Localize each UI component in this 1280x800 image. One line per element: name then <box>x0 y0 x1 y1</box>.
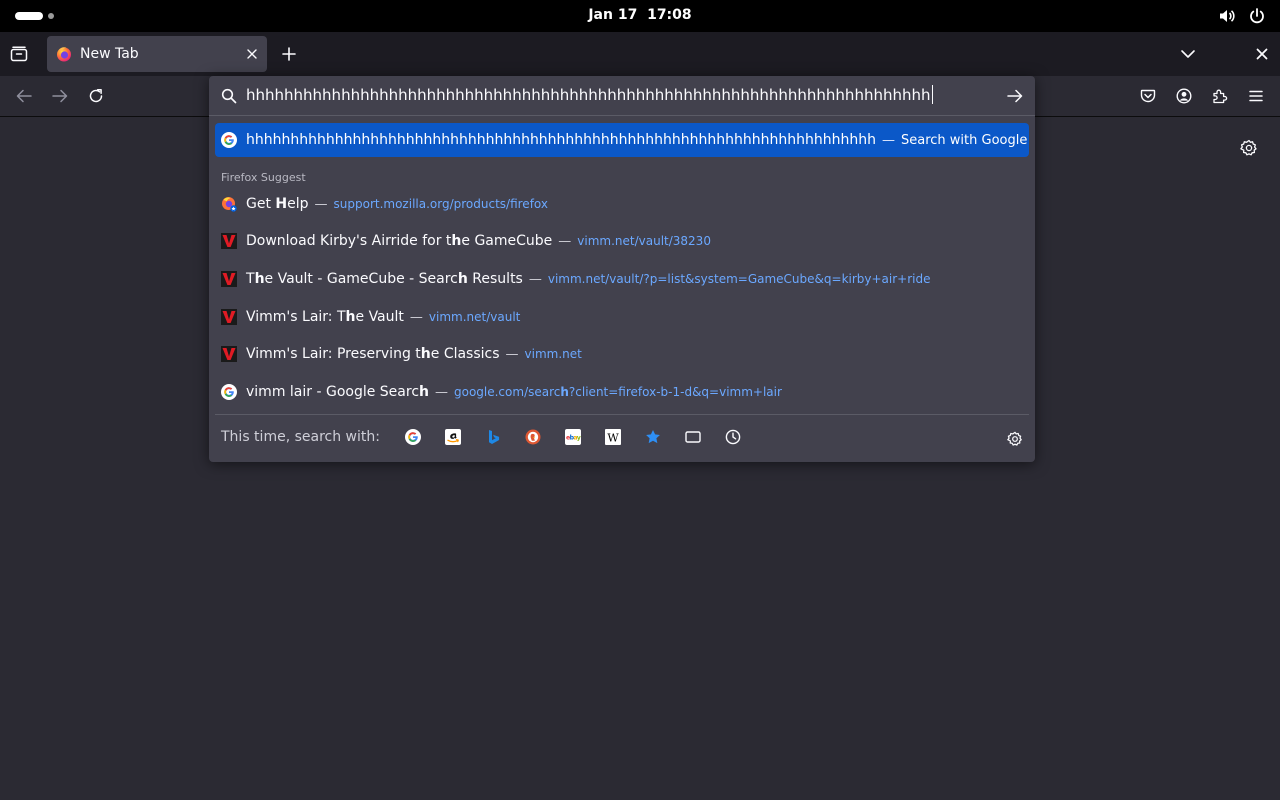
suggestion-title: Vimm's Lair: The Vault <box>246 309 404 325</box>
account-icon[interactable] <box>1176 88 1192 104</box>
firefox-view-icon[interactable] <box>10 46 28 62</box>
vimm-icon <box>221 346 237 362</box>
suggestion-url: support.mozilla.org/products/firefox <box>333 197 548 211</box>
vimm-icon <box>221 271 237 287</box>
firefox-help-icon <box>222 197 237 212</box>
suggestion-title: The Vault - GameCube - Search Results <box>246 271 523 287</box>
tab-strip: New Tab <box>0 32 1280 76</box>
wikipedia-icon[interactable]: W <box>605 429 621 445</box>
suggestion-url: vimm.net/vault <box>428 310 521 324</box>
activities-button[interactable] <box>15 12 54 20</box>
suggestion-title: vimm lair - Google Search <box>246 384 429 400</box>
new-tab-plus-icon[interactable] <box>282 47 296 61</box>
app-menu-hamburger-icon[interactable] <box>1248 88 1264 104</box>
back-arrow-icon[interactable] <box>15 88 33 104</box>
workspace-indicator-dot <box>48 13 54 19</box>
ebay-icon[interactable]: e b a y <box>565 429 581 445</box>
clock: Jan 17 17:08 <box>0 7 1280 23</box>
bing-icon[interactable] <box>485 429 501 445</box>
suggestion-row-kirby-airride[interactable]: Download Kirby's Airride for the GameCub… <box>215 224 1029 258</box>
vimm-icon <box>221 309 237 325</box>
search-settings-gear-icon[interactable] <box>1007 431 1023 447</box>
new-tab-settings-gear-icon[interactable] <box>1240 139 1258 157</box>
suggestion-url: vimm.net/vault/?p=list&system=GameCube&q… <box>547 272 931 286</box>
google-icon <box>221 132 237 148</box>
system-top-bar: Jan 17 17:08 <box>0 0 1280 32</box>
result-separator: — <box>434 384 448 400</box>
close-tab-icon[interactable] <box>246 48 258 60</box>
suggestion-url: vimm.net/vault/38230 <box>577 234 711 248</box>
one-off-search-buttons: This time, search with: e b a y W <box>215 414 1029 458</box>
vimm-icon <box>221 233 237 249</box>
result-separator: — <box>528 271 542 287</box>
tabs-icon[interactable] <box>685 429 701 445</box>
forward-arrow-icon[interactable] <box>51 88 69 104</box>
window-close-icon[interactable] <box>1255 47 1269 61</box>
system-status-area[interactable] <box>1218 7 1266 25</box>
firefox-logo-icon <box>57 47 71 62</box>
suggestion-row-vault-gamecube-search[interactable]: The Vault - GameCube - Search Results — … <box>215 262 1029 296</box>
history-icon[interactable] <box>725 429 741 445</box>
urlbar-input-row: hhhhhhhhhhhhhhhhhhhhhhhhhhhhhhhhhhhhhhhh… <box>209 76 1035 116</box>
suggestion-row-vimms-lair-classics[interactable]: Vimm's Lair: Preserving the Classics — v… <box>215 337 1029 371</box>
heuristic-result-search-with-google[interactable]: hhhhhhhhhhhhhhhhhhhhhhhhhhhhhhhhhhhhhhhh… <box>215 123 1029 157</box>
svg-text:W: W <box>607 432 619 445</box>
google-icon[interactable] <box>405 429 421 445</box>
firefox-suggest-group-label: Firefox Suggest <box>221 171 306 184</box>
power-icon[interactable] <box>1248 7 1266 25</box>
clock-button[interactable]: Jan 17 17:08 <box>588 7 691 23</box>
pocket-icon[interactable] <box>1140 88 1156 104</box>
heuristic-action-label: Search with Google <box>901 132 1028 148</box>
clock-date: Jan 17 <box>588 7 638 23</box>
reload-icon[interactable] <box>88 88 104 104</box>
text-caret <box>931 85 933 104</box>
suggestion-row-get-help[interactable]: Get Help — support.mozilla.org/products/… <box>215 187 1029 221</box>
suggestion-url: vimm.net <box>524 347 582 361</box>
suggestion-url: google.com/search?client=firefox-b-1-d&q… <box>453 385 782 399</box>
suggestion-row-vimms-lair-vault[interactable]: Vimm's Lair: The Vault — vimm.net/vault <box>215 300 1029 334</box>
result-separator: — <box>882 132 895 148</box>
amazon-icon[interactable] <box>445 429 461 445</box>
result-separator: — <box>409 309 423 325</box>
result-separator: — <box>558 233 572 249</box>
workspace-indicator-active <box>15 12 43 20</box>
clock-time: 17:08 <box>647 7 692 23</box>
one-off-label: This time, search with: <box>221 428 380 445</box>
bookmarks-star-icon[interactable] <box>645 429 661 445</box>
urlbar-popup: hhhhhhhhhhhhhhhhhhhhhhhhhhhhhhhhhhhhhhhh… <box>209 76 1035 462</box>
suggestion-title: Vimm's Lair: Preserving the Classics <box>246 346 500 362</box>
go-arrow-icon[interactable] <box>1006 88 1024 104</box>
svg-text:y: y <box>577 435 581 442</box>
result-separator: — <box>314 196 328 212</box>
result-separator: — <box>505 346 519 362</box>
urlbar-input[interactable]: hhhhhhhhhhhhhhhhhhhhhhhhhhhhhhhhhhhhhhhh… <box>246 85 933 104</box>
suggestion-title: Download Kirby's Airride for the GameCub… <box>246 233 553 249</box>
tab-new-tab[interactable]: New Tab <box>47 36 267 72</box>
volume-icon[interactable] <box>1218 7 1236 25</box>
tab-title: New Tab <box>80 46 139 62</box>
suggestion-title: Get Help <box>246 196 309 212</box>
heuristic-query: hhhhhhhhhhhhhhhhhhhhhhhhhhhhhhhhhhhhhhhh… <box>246 132 876 148</box>
extensions-puzzle-icon[interactable] <box>1212 88 1228 104</box>
duckduckgo-icon[interactable] <box>525 429 541 445</box>
search-icon <box>221 88 237 104</box>
urlbar-input-text: hhhhhhhhhhhhhhhhhhhhhhhhhhhhhhhhhhhhhhhh… <box>246 86 931 104</box>
suggestion-row-vimm-lair-google-search[interactable]: vimm lair - Google Search — google.com/s… <box>215 375 1029 409</box>
google-icon <box>221 384 237 400</box>
list-all-tabs-chevron-icon[interactable] <box>1180 47 1196 61</box>
